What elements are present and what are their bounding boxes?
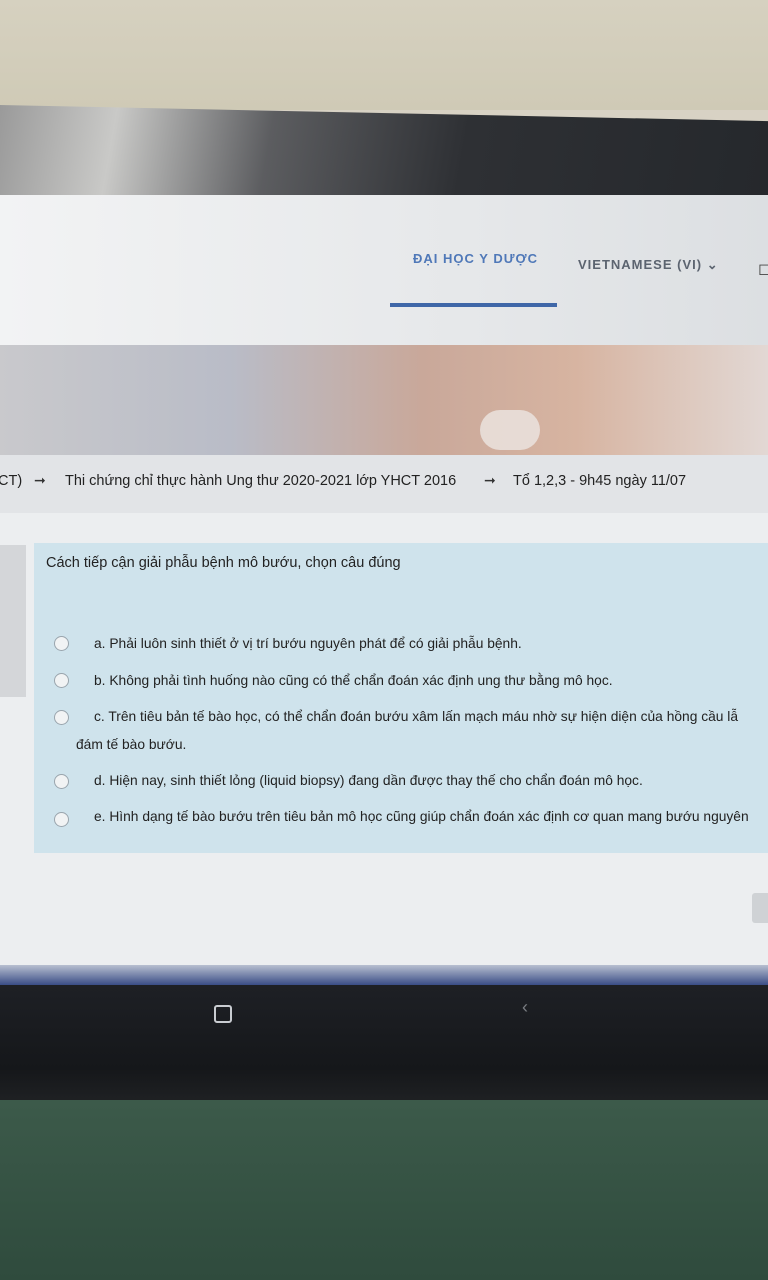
question-text: Cách tiếp cận giải phẫu bệnh mô bướu, ch… — [46, 555, 401, 571]
breadcrumb-item-quiz[interactable]: Tổ 1,2,3 - 9h45 ngày 11/07 — [513, 473, 686, 489]
monitor-bezel-bottom: ‹ — [0, 985, 768, 1105]
navbar: ĐẠI HỌC Y DƯỢC VIETNAMESE (VI) ⌄ ◻ — [0, 195, 768, 345]
option-a-radio[interactable] — [54, 636, 69, 651]
breadcrumb-item-course-category[interactable]: CT) — [0, 473, 22, 489]
user-menu-icon[interactable]: ◻ — [758, 259, 768, 279]
option-d-label[interactable]: d. Hiện nay, sinh thiết lỏng (liquid bio… — [94, 773, 643, 788]
arrow-right-icon: ➞ — [484, 472, 496, 488]
home-button-icon[interactable] — [214, 1005, 232, 1023]
option-c-label[interactable]: c. Trên tiêu bản tế bào học, có thể chẩn… — [94, 709, 738, 724]
breadcrumb-item-course[interactable]: Thi chứng chỉ thực hành Ung thư 2020-202… — [65, 473, 456, 489]
option-c-label-continued[interactable]: đám tế bào bướu. — [76, 737, 186, 752]
language-label: VIETNAMESE (VI) — [578, 257, 703, 272]
background-wall — [0, 0, 768, 110]
option-e-label[interactable]: e. Hình dạng tế bào bướu trên tiêu bản m… — [94, 809, 749, 824]
option-c-radio[interactable] — [54, 710, 69, 725]
option-a-label[interactable]: a. Phải luôn sinh thiết ở vị trí bướu ng… — [94, 636, 522, 651]
chevron-down-icon: ⌄ — [706, 257, 719, 272]
back-button-icon[interactable]: ‹ — [522, 997, 528, 1018]
header-banner-image — [0, 345, 768, 455]
nav-home-link[interactable]: ĐẠI HỌC Y DƯỢC — [413, 251, 538, 266]
screen: ĐẠI HỌC Y DƯỢC VIETNAMESE (VI) ⌄ ◻ CT) ➞… — [0, 195, 768, 985]
active-nav-underline — [390, 303, 557, 307]
question-info-panel — [0, 545, 26, 697]
screen-bottom-edge — [0, 965, 768, 985]
question-card: Cách tiếp cận giải phẫu bệnh mô bướu, ch… — [34, 543, 768, 853]
language-selector[interactable]: VIETNAMESE (VI) ⌄ — [578, 257, 719, 273]
arrow-right-icon: ➞ — [34, 472, 46, 488]
breadcrumb: CT) ➞ Thi chứng chỉ thực hành Ung thư 20… — [0, 455, 768, 513]
quiz-content: Cách tiếp cận giải phẫu bệnh mô bướu, ch… — [0, 513, 768, 985]
option-d-radio[interactable] — [54, 774, 69, 789]
desk-surface — [0, 1100, 768, 1280]
option-e-radio[interactable] — [54, 812, 69, 827]
option-b-radio[interactable] — [54, 673, 69, 688]
next-page-button[interactable] — [752, 893, 768, 923]
option-b-label[interactable]: b. Không phải tình huống nào cũng có thể… — [94, 673, 613, 688]
